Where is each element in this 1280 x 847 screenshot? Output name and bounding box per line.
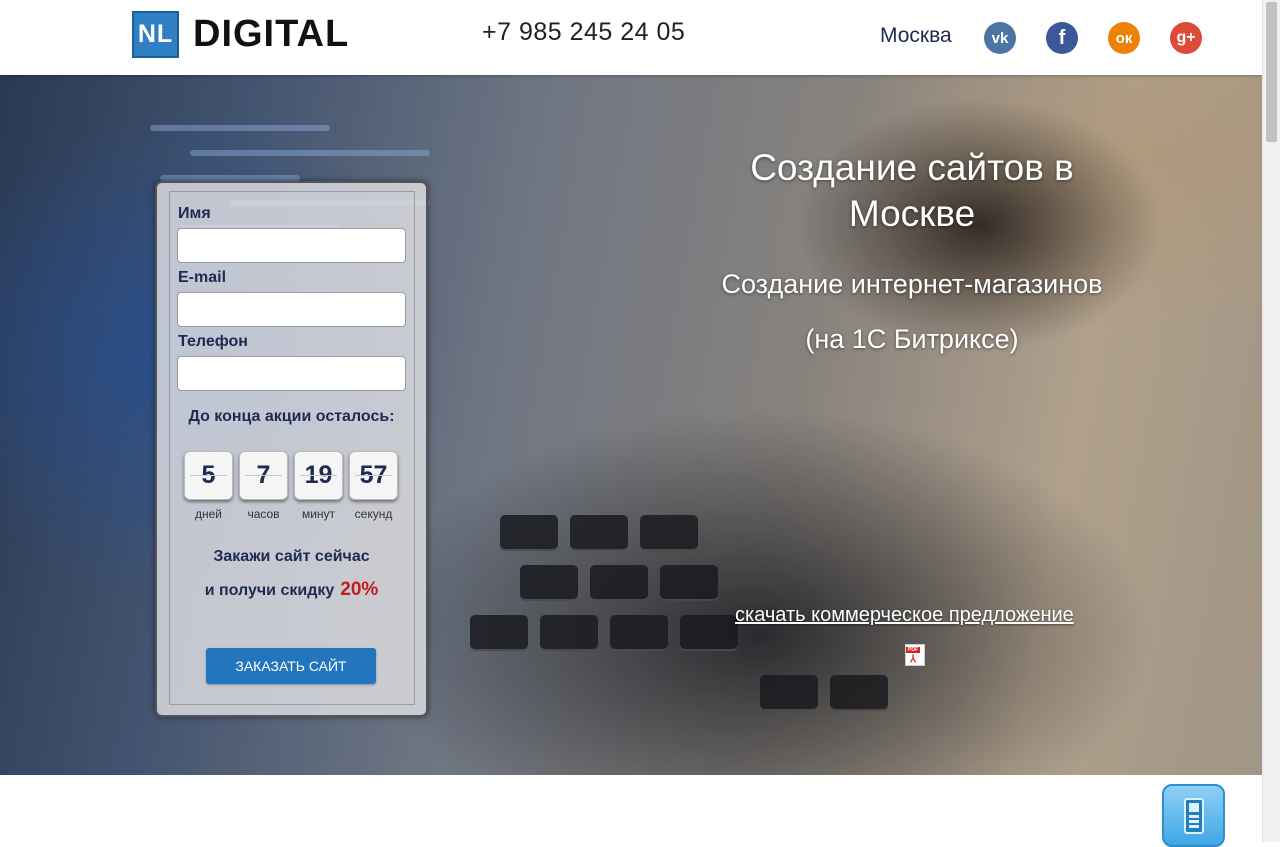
logo[interactable]: NL DIGITAL <box>132 11 349 58</box>
order-site-button[interactable]: ЗАКАЗАТЬ САЙТ <box>206 648 376 684</box>
email-label: E-mail <box>178 269 227 286</box>
name-input[interactable] <box>177 228 406 263</box>
promo-text: и получи скидку <box>204 582 335 599</box>
scrollbar-thumb[interactable] <box>1266 2 1277 142</box>
countdown-minutes-value: 19 <box>304 461 333 489</box>
countdown-days-unit: дней <box>194 507 222 521</box>
facebook-icon[interactable]: f <box>1046 22 1078 54</box>
hero-banner: Создание сайтов в Москве Создание интерн… <box>0 75 1262 775</box>
countdown-hours-box: 7 <box>239 451 288 500</box>
logo-text: DIGITAL <box>193 13 350 55</box>
hero-subtitle-bitrix: (на 1С Битриксе) <box>805 324 1019 354</box>
countdown-minutes-unit: минут <box>301 507 336 521</box>
logo-badge: NL <box>132 11 179 58</box>
hero-title: Создание сайтов в Москве <box>750 147 1074 234</box>
city-label: Москва <box>880 24 952 47</box>
pdf-icon[interactable]: PDF ⅄ <box>905 644 925 666</box>
callback-widget[interactable] <box>1162 784 1225 847</box>
countdown-minutes-box: 19 <box>294 451 343 500</box>
phone-input[interactable] <box>177 356 406 391</box>
promo-line-2: и получи скидку 20% <box>157 579 426 601</box>
countdown-hours-value: 7 <box>256 461 271 489</box>
email-input[interactable] <box>177 292 406 327</box>
mobile-phone-icon <box>1184 798 1204 834</box>
countdown-days-value: 5 <box>201 461 216 489</box>
countdown-days-box: 5 <box>184 451 233 500</box>
phone-keys <box>1189 815 1199 829</box>
header-phone[interactable]: +7 985 245 24 05 <box>482 18 685 47</box>
phone-screen <box>1189 803 1199 812</box>
phone-label: Телефон <box>178 333 248 350</box>
google-plus-icon[interactable]: g+ <box>1170 22 1202 54</box>
promo-line-1: Закажи сайт сейчас <box>213 548 370 565</box>
discount-value: 20% <box>340 579 379 600</box>
countdown-seconds-box: 57 <box>349 451 398 500</box>
countdown-hours-unit: часов <box>247 507 280 521</box>
site-header: NL DIGITAL +7 985 245 24 05 Москва vk f … <box>0 0 1262 75</box>
countdown-seconds-value: 57 <box>359 461 388 489</box>
download-offer-link[interactable]: скачать коммерческое предложение <box>735 604 1074 627</box>
order-form: Имя E-mail Телефон До конца акции остало… <box>155 181 428 717</box>
countdown-title: До конца акции осталось: <box>188 408 395 425</box>
vk-icon[interactable]: vk <box>984 22 1016 54</box>
page-scrollbar[interactable] <box>1262 0 1280 842</box>
name-label: Имя <box>178 205 211 222</box>
odnoklassniki-icon[interactable]: ок <box>1108 22 1140 54</box>
acrobat-mark: ⅄ <box>910 654 917 665</box>
pdf-badge: PDF <box>906 647 920 653</box>
countdown-seconds-unit: секунд <box>354 507 393 521</box>
hero-subtitle-shops: Создание интернет-магазинов <box>721 269 1103 299</box>
